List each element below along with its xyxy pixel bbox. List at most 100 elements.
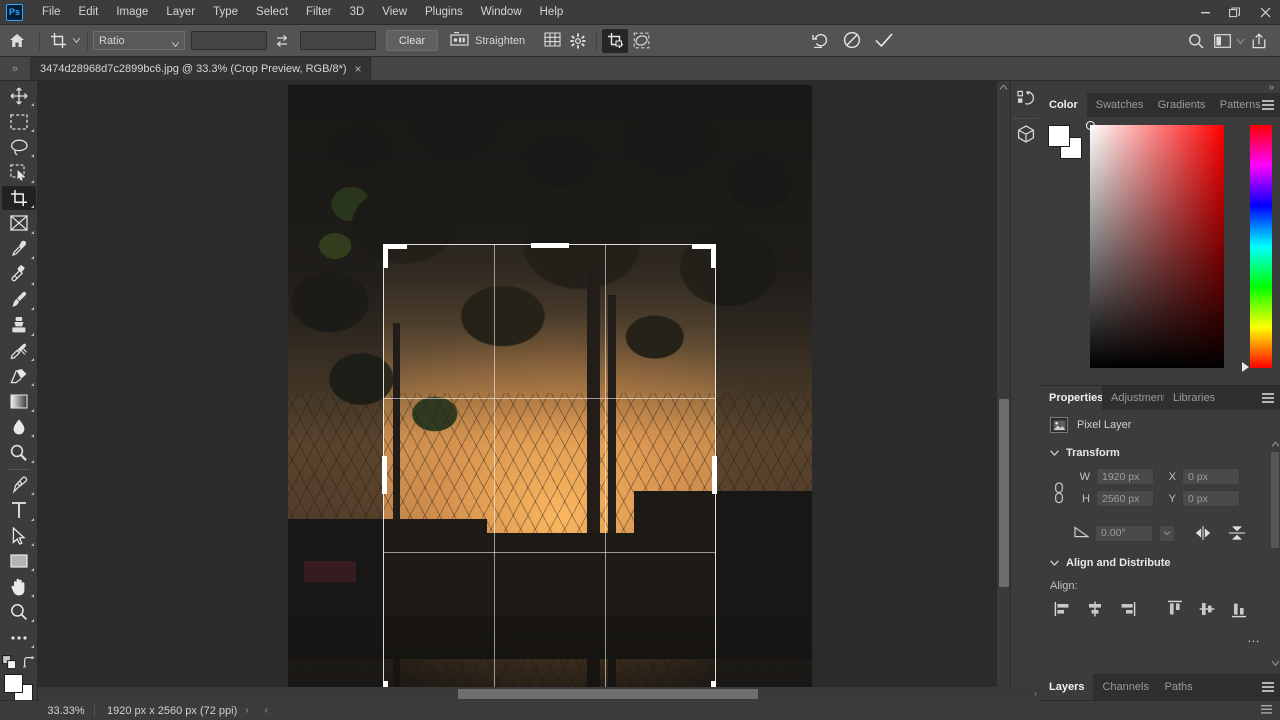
- menu-layer[interactable]: Layer: [157, 1, 204, 23]
- properties-scroll-up-icon[interactable]: [1271, 440, 1279, 449]
- menu-window[interactable]: Window: [472, 1, 531, 23]
- align-top-edges-button[interactable]: [1164, 598, 1186, 620]
- align-more-options-button[interactable]: …: [1040, 626, 1280, 645]
- crop-ratio-select[interactable]: Ratio: [93, 31, 185, 50]
- y-input[interactable]: 0 px: [1182, 490, 1240, 507]
- close-document-icon[interactable]: ×: [355, 64, 362, 74]
- restore-button[interactable]: [1220, 0, 1250, 25]
- active-tool-icon[interactable]: [45, 29, 71, 53]
- color-swatches[interactable]: [3, 674, 35, 700]
- tab-libraries[interactable]: Libraries: [1164, 386, 1224, 410]
- cancel-crop-button[interactable]: [843, 31, 861, 52]
- canvas-horizontal-scroll-thumb[interactable]: [458, 689, 758, 699]
- zoom-tool[interactable]: [2, 600, 36, 624]
- hue-slider[interactable]: [1250, 125, 1272, 368]
- arrange-documents-icon[interactable]: [1209, 29, 1235, 53]
- pen-tool[interactable]: [2, 473, 36, 497]
- color-panel-swatches[interactable]: [1048, 125, 1082, 159]
- tool-preset-chevron-down-icon[interactable]: [71, 29, 82, 53]
- tab-adjustments[interactable]: Adjustments: [1102, 386, 1164, 410]
- clear-button[interactable]: Clear: [386, 30, 438, 51]
- object-selection-tool[interactable]: [2, 160, 36, 184]
- tab-patterns[interactable]: Patterns: [1211, 93, 1270, 117]
- rectangular-marquee-tool[interactable]: [2, 109, 36, 133]
- swap-colors-icon[interactable]: [23, 656, 36, 669]
- align-bottom-edges-button[interactable]: [1228, 598, 1250, 620]
- crop-handle-middle-left[interactable]: [382, 456, 387, 494]
- chevron-down-icon[interactable]: [1050, 559, 1059, 568]
- status-menu-icon[interactable]: [1261, 705, 1272, 717]
- tab-channels[interactable]: Channels: [1093, 674, 1155, 700]
- delete-cropped-pixels-button[interactable]: [602, 29, 628, 53]
- angle-input[interactable]: 0.00°: [1095, 525, 1153, 542]
- history-panel-icon[interactable]: [1013, 86, 1039, 112]
- menu-image[interactable]: Image: [107, 1, 157, 23]
- color-panel-foreground-swatch[interactable]: [1048, 125, 1070, 147]
- crop-handle-middle-right[interactable]: [712, 456, 717, 494]
- menu-file[interactable]: File: [33, 1, 70, 23]
- tab-swatches[interactable]: Swatches: [1087, 93, 1149, 117]
- color-picker-field[interactable]: [1090, 125, 1224, 368]
- properties-scroll-thumb[interactable]: [1271, 452, 1279, 548]
- document-tab[interactable]: 3474d28968d7c2899bc6.jpg @ 33.3% (Crop P…: [30, 57, 371, 80]
- menu-3d[interactable]: 3D: [341, 1, 374, 23]
- eyedropper-tool[interactable]: [2, 237, 36, 261]
- zoom-level-input[interactable]: 33.33%: [38, 705, 94, 717]
- search-icon[interactable]: [1183, 29, 1209, 53]
- lasso-tool[interactable]: [2, 135, 36, 159]
- canvas-vertical-scroll-thumb[interactable]: [999, 399, 1009, 587]
- tab-layers[interactable]: Layers: [1040, 674, 1093, 700]
- brush-tool[interactable]: [2, 288, 36, 312]
- x-input[interactable]: 0 px: [1182, 468, 1240, 485]
- home-button[interactable]: [0, 26, 34, 56]
- crop-tool[interactable]: [2, 186, 36, 210]
- tab-paths[interactable]: Paths: [1155, 674, 1201, 700]
- panel-collapse-button[interactable]: »: [1040, 81, 1280, 93]
- crop-settings-gear-icon[interactable]: [565, 29, 591, 53]
- foreground-color-swatch[interactable]: [4, 674, 23, 693]
- menu-filter[interactable]: Filter: [297, 1, 341, 23]
- tab-properties[interactable]: Properties: [1040, 386, 1102, 410]
- canvas-vertical-scrollbar[interactable]: [996, 81, 1010, 700]
- color-panel-menu-icon[interactable]: [1262, 100, 1274, 110]
- commit-crop-button[interactable]: [874, 31, 894, 52]
- crop-height-input[interactable]: [300, 31, 376, 50]
- menu-plugins[interactable]: Plugins: [416, 1, 472, 23]
- edit-toolbar-button[interactable]: [2, 625, 36, 649]
- align-section-header[interactable]: Align and Distribute: [1040, 552, 1280, 574]
- hue-slider-marker[interactable]: [1242, 362, 1249, 372]
- crop-handle-top-left-v[interactable]: [383, 244, 388, 268]
- share-icon[interactable]: [1246, 29, 1272, 53]
- menu-help[interactable]: Help: [531, 1, 573, 23]
- properties-scrollbar[interactable]: [1271, 440, 1279, 668]
- align-left-edges-button[interactable]: [1052, 598, 1074, 620]
- arrange-chevron-down-icon[interactable]: [1235, 29, 1246, 53]
- link-dimensions-icon[interactable]: [1050, 474, 1068, 512]
- tab-gradients[interactable]: Gradients: [1149, 93, 1211, 117]
- spot-healing-brush-tool[interactable]: [2, 262, 36, 286]
- menu-edit[interactable]: Edit: [70, 1, 108, 23]
- crop-handle-top-right-v[interactable]: [711, 244, 716, 268]
- dodge-tool[interactable]: [2, 440, 36, 464]
- move-tool[interactable]: [2, 84, 36, 108]
- scroll-up-arrow-icon[interactable]: [997, 81, 1010, 94]
- height-input[interactable]: 2560 px: [1096, 490, 1154, 507]
- flip-horizontal-button[interactable]: [1193, 524, 1213, 542]
- blur-tool[interactable]: [2, 415, 36, 439]
- chevron-down-icon[interactable]: [1050, 449, 1059, 458]
- reset-crop-button[interactable]: [812, 31, 830, 52]
- hand-tool[interactable]: [2, 574, 36, 598]
- menu-select[interactable]: Select: [247, 1, 297, 23]
- properties-scroll-down-icon[interactable]: [1271, 659, 1279, 668]
- align-horizontal-centers-button[interactable]: [1084, 598, 1106, 620]
- crop-width-input[interactable]: [191, 31, 267, 50]
- rectangle-tool[interactable]: [2, 549, 36, 573]
- crop-handle-top-center[interactable]: [531, 243, 569, 248]
- tab-color[interactable]: Color: [1040, 93, 1087, 117]
- default-colors-icon[interactable]: [2, 655, 17, 670]
- transform-section-header[interactable]: Transform: [1040, 442, 1280, 464]
- canvas-horizontal-scrollbar[interactable]: ›: [38, 687, 1040, 701]
- image-canvas[interactable]: [38, 81, 996, 700]
- path-selection-tool[interactable]: [2, 524, 36, 548]
- flip-vertical-button[interactable]: [1227, 524, 1247, 542]
